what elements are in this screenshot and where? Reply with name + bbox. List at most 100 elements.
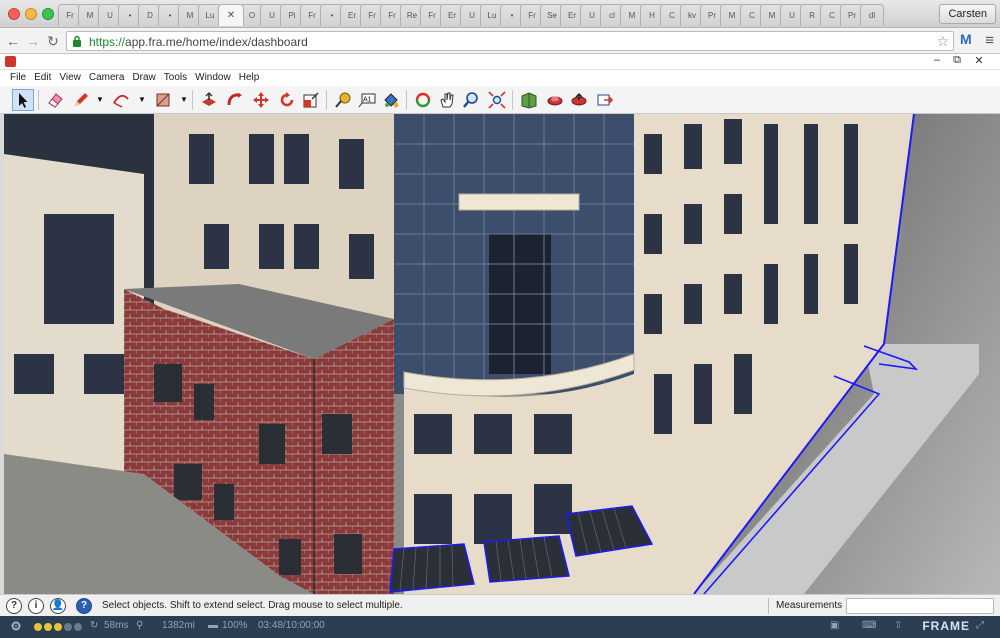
url-protocol: https:// bbox=[89, 35, 126, 49]
extension-icon bbox=[547, 96, 563, 106]
pencil-tool[interactable] bbox=[70, 89, 92, 111]
sketchup-logo-icon bbox=[5, 56, 16, 67]
scale-tool[interactable] bbox=[300, 89, 322, 111]
text-tool[interactable]: A1 bbox=[356, 89, 378, 111]
back-arrow-icon: ← bbox=[6, 33, 20, 49]
menu-file[interactable]: File bbox=[6, 70, 30, 86]
paint-bucket-tool[interactable] bbox=[380, 89, 402, 111]
session-time: 03:48/10:00:00 bbox=[258, 620, 325, 631]
credits-icon[interactable]: i bbox=[28, 598, 44, 614]
bookmark-star-icon[interactable]: ☆ bbox=[936, 33, 949, 50]
profile-button[interactable]: Carsten bbox=[939, 4, 996, 24]
app-restore-button[interactable]: ⧉ bbox=[948, 54, 966, 67]
rectangle-icon bbox=[156, 93, 170, 107]
refresh-icon: ↻ bbox=[90, 620, 99, 631]
instructor-help-icon[interactable]: ? bbox=[76, 598, 92, 614]
distance-value: 1382mi bbox=[162, 620, 195, 631]
eraser-tool[interactable] bbox=[44, 89, 66, 111]
arc-dropdown-icon[interactable]: ▼ bbox=[138, 95, 146, 105]
measurements-label: Measurements bbox=[776, 600, 843, 611]
layout-icon bbox=[597, 94, 614, 106]
close-window-button[interactable] bbox=[8, 8, 20, 20]
text-tool-label: A1 bbox=[363, 97, 372, 104]
move-tool[interactable] bbox=[250, 89, 272, 111]
gmail-extension-icon[interactable]: M bbox=[960, 31, 972, 47]
menu-window[interactable]: Window bbox=[191, 70, 235, 86]
app-close-button[interactable]: ✕ bbox=[970, 54, 988, 67]
fullscreen-icon[interactable]: ⤢ bbox=[976, 620, 984, 631]
menu-camera[interactable]: Camera bbox=[85, 70, 129, 86]
3d-warehouse-tool[interactable] bbox=[518, 89, 540, 111]
arc-icon bbox=[113, 94, 129, 108]
tape-measure-icon bbox=[335, 92, 351, 108]
send-to-layout-tool[interactable] bbox=[594, 89, 616, 111]
gear-icon[interactable] bbox=[10, 620, 22, 632]
lock-icon bbox=[73, 35, 81, 47]
rotate-tool[interactable] bbox=[276, 89, 298, 111]
toolbar-separator bbox=[326, 90, 327, 110]
toolbar-separator bbox=[512, 90, 513, 110]
geolocation-icon[interactable]: ? bbox=[6, 598, 22, 614]
menu-tools[interactable]: Tools bbox=[160, 70, 191, 86]
toolbar-separator bbox=[406, 90, 407, 110]
user-icon[interactable]: 👤 bbox=[50, 598, 66, 614]
signal-dot-5 bbox=[74, 623, 82, 631]
status-message: Select objects. Shift to extend select. … bbox=[102, 600, 403, 611]
rectangle-dropdown-icon[interactable]: ▼ bbox=[180, 95, 188, 105]
reload-button[interactable]: ↻ bbox=[44, 32, 62, 50]
follow-me-icon bbox=[227, 93, 242, 106]
ping-value: 58ms bbox=[104, 620, 129, 631]
battery-value: 100% bbox=[222, 620, 248, 631]
frame-logo: FRAME bbox=[922, 619, 970, 633]
app-minimize-button[interactable]: – bbox=[928, 54, 946, 66]
arc-tool[interactable] bbox=[110, 89, 132, 111]
measurements-input[interactable] bbox=[846, 598, 994, 614]
pan-tool[interactable] bbox=[436, 89, 458, 111]
keyboard-icon[interactable]: ⌨ bbox=[862, 620, 876, 631]
tab-list: Fr M U • D • M Lu ✕ O U Pi Fr • Er Fr Fr Re Fr Er U Lu • Fr Se Er… bbox=[58, 4, 928, 28]
browser-tab[interactable]: dl bbox=[860, 4, 884, 26]
battery-icon: ▬ bbox=[208, 620, 218, 631]
menu-draw[interactable]: Draw bbox=[128, 70, 159, 86]
toolbar-separator bbox=[192, 90, 193, 110]
menu-edit[interactable]: Edit bbox=[30, 70, 55, 86]
monitor-icon[interactable]: ▣ bbox=[830, 620, 839, 631]
model-viewport[interactable] bbox=[4, 114, 1000, 594]
forward-arrow-icon: → bbox=[26, 33, 40, 49]
main-toolbar: ▼ ▼ ▼ A1 bbox=[0, 86, 1000, 114]
orbit-icon bbox=[415, 92, 431, 108]
zoom-window-button[interactable] bbox=[42, 8, 54, 20]
app-title-bar: – ⧉ ✕ bbox=[0, 54, 1000, 70]
chrome-menu-icon[interactable]: ≡ bbox=[985, 32, 994, 49]
rectangle-tool[interactable] bbox=[152, 89, 174, 111]
move-icon bbox=[253, 92, 269, 108]
pencil-dropdown-icon[interactable]: ▼ bbox=[96, 95, 104, 105]
signal-dot-2 bbox=[44, 623, 52, 631]
extension-warehouse-tool[interactable] bbox=[544, 89, 566, 111]
menu-view[interactable]: View bbox=[55, 70, 85, 86]
forward-button[interactable]: → bbox=[24, 32, 42, 50]
toolbar-separator bbox=[38, 90, 39, 110]
hand-icon bbox=[440, 92, 454, 108]
url-bar[interactable]: https://app.fra.me/home/index/dashboard … bbox=[66, 31, 954, 51]
signal-dot-3 bbox=[54, 623, 62, 631]
frame-session-bar: ↻ 58ms ⚲ 1382mi ▬ 100% 03:48/10:00:00 ▣ … bbox=[0, 616, 1000, 638]
select-tool[interactable] bbox=[12, 89, 34, 111]
status-separator bbox=[768, 598, 769, 614]
zoom-tool[interactable] bbox=[460, 89, 482, 111]
zoom-icon bbox=[463, 92, 478, 108]
pencil-icon bbox=[75, 93, 88, 106]
share-model-tool[interactable] bbox=[568, 89, 590, 111]
browser-tab[interactable]: ✕ bbox=[218, 4, 244, 26]
back-button[interactable]: ← bbox=[4, 32, 22, 50]
orbit-tool[interactable] bbox=[412, 89, 434, 111]
location-pin-icon: ⚲ bbox=[136, 620, 144, 631]
push-pull-tool[interactable] bbox=[198, 89, 220, 111]
status-bar: ? i 👤 ? Select objects. Shift to extend … bbox=[0, 594, 1000, 616]
upload-icon[interactable]: ⇧ bbox=[894, 620, 902, 631]
zoom-extents-tool[interactable] bbox=[486, 89, 508, 111]
follow-me-tool[interactable] bbox=[224, 89, 246, 111]
tape-measure-tool[interactable] bbox=[332, 89, 354, 111]
minimize-window-button[interactable] bbox=[25, 8, 37, 20]
menu-help[interactable]: Help bbox=[235, 70, 264, 86]
